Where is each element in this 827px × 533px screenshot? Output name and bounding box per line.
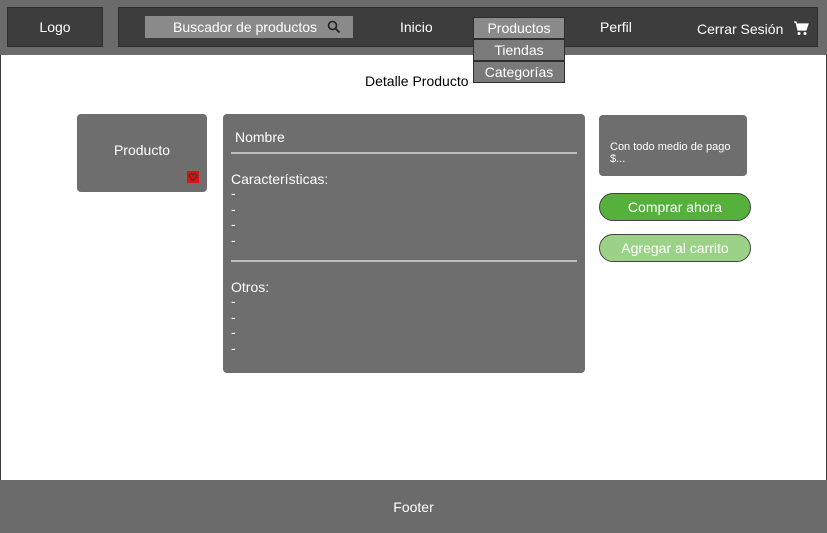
product-image: Producto	[77, 114, 207, 192]
others-title: Otros:	[231, 279, 270, 295]
list-item: -	[231, 185, 236, 201]
price-value: $...	[610, 153, 626, 165]
search-icon[interactable]	[327, 20, 341, 34]
list-item: -	[231, 200, 236, 217]
cart-icon[interactable]	[793, 20, 809, 36]
nav-perfil[interactable]: Perfil	[600, 19, 632, 35]
products-dropdown: Productos Tiendas Categorías	[473, 17, 565, 83]
list-item: -	[231, 216, 236, 232]
add-to-cart-button[interactable]: Agregar al carrito	[599, 234, 751, 262]
product-details: Nombre Características: - - - - Otros: -…	[223, 114, 585, 373]
features-list: - - - -	[231, 185, 236, 248]
list-item: -	[231, 324, 236, 340]
price-box: Con todo medio de pago $...	[599, 115, 747, 176]
buy-now-button[interactable]: Comprar ahora	[599, 193, 751, 221]
payment-info: Con todo medio de pago	[610, 141, 731, 153]
others-list: - - - -	[231, 293, 236, 356]
product-image-label: Producto	[113, 142, 171, 158]
navigation-bar: Buscador de productos Inicio Perfil Cerr…	[118, 7, 818, 47]
list-item: -	[231, 339, 236, 356]
heart-icon	[188, 173, 198, 182]
dropdown-item-categorias[interactable]: Categorías	[473, 61, 565, 83]
list-item: -	[231, 308, 236, 325]
logo[interactable]: Logo	[7, 7, 103, 47]
features-title: Características:	[231, 171, 329, 187]
nav-inicio[interactable]: Inicio	[400, 19, 433, 35]
favorite-button[interactable]	[187, 171, 199, 183]
divider	[231, 260, 577, 262]
dropdown-item-tiendas[interactable]: Tiendas	[473, 39, 565, 61]
search-input[interactable]: Buscador de productos	[145, 16, 353, 38]
footer: Footer	[0, 480, 827, 533]
divider	[231, 152, 577, 154]
dropdown-item-productos[interactable]: Productos	[473, 17, 565, 39]
list-item: -	[231, 231, 236, 248]
product-name: Nombre	[235, 129, 285, 145]
list-item: -	[231, 293, 236, 309]
top-navigation-bar: Logo Buscador de productos Inicio Perfil…	[0, 0, 827, 83]
logout-link[interactable]: Cerrar Sesión	[697, 21, 783, 37]
search-label: Buscador de productos	[173, 19, 317, 35]
page-title: Detalle Producto	[365, 73, 469, 89]
